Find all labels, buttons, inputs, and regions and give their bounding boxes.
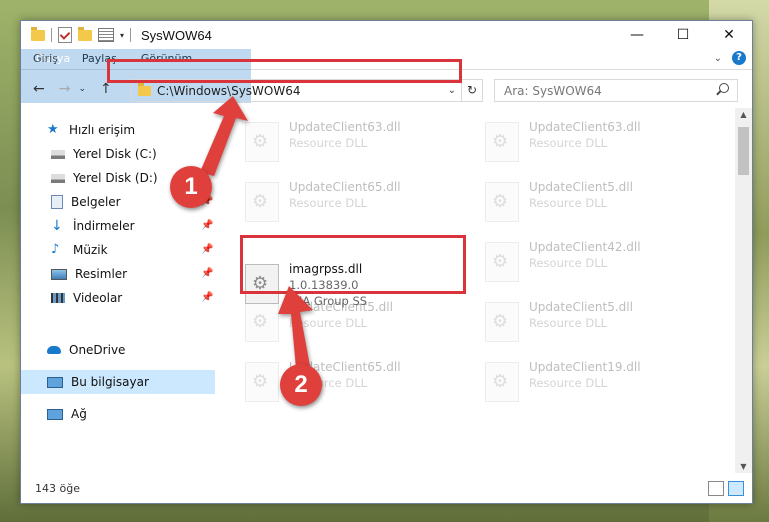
callout-badge-2: 2 (280, 364, 322, 406)
callout-arrow-1 (200, 96, 248, 176)
callout-arrow-2 (278, 286, 313, 368)
callout-badge-1: 1 (170, 166, 212, 208)
callout-arrows (200, 96, 313, 368)
